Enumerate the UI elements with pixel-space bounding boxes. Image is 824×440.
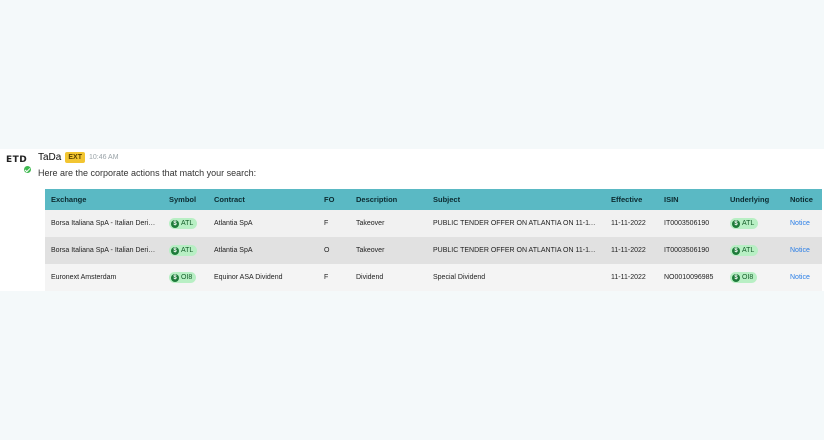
notice-link[interactable]: Notice — [790, 274, 810, 281]
notice-link[interactable]: Notice — [790, 220, 810, 227]
notice-cell: Notice — [784, 264, 822, 291]
description-cell: Takeover — [350, 210, 427, 237]
fo-cell: F — [318, 210, 350, 237]
message-timestamp[interactable]: 10:46 AM — [89, 154, 119, 161]
column-header-underlying: Underlying — [724, 189, 784, 210]
subject-cell: PUBLIC TENDER OFFER ON ATLANTIA ON 11-11… — [427, 237, 605, 264]
notice-cell: Notice — [784, 237, 822, 264]
column-header-subject: Subject — [427, 189, 605, 210]
column-header-description: Description — [350, 189, 427, 210]
dollar-icon: $ — [171, 219, 179, 228]
dollar-icon: $ — [171, 273, 179, 282]
symbol-pill[interactable]: $ ATL — [169, 218, 198, 229]
corporate-actions-table: Exchange Symbol Contract FO Description … — [45, 189, 822, 291]
avatar[interactable]: ETD — [6, 154, 32, 176]
description-cell: Takeover — [350, 237, 427, 264]
external-badge: EXT — [65, 151, 85, 163]
underlying-cell: $ ATL — [724, 210, 784, 237]
table-row: Borsa Italiana SpA - Italian Derivatives… — [45, 210, 822, 237]
symbol-label: ATL — [181, 220, 194, 227]
isin-cell: IT0003506190 — [658, 210, 724, 237]
contract-cell: Atlantia SpA — [208, 210, 318, 237]
sender-name[interactable]: TaDa — [38, 152, 61, 163]
table-row: Euronext Amsterdam $ OI8 Equinor ASA Divi… — [45, 264, 822, 291]
dollar-icon: $ — [732, 273, 740, 282]
symbol-label: ATL — [181, 247, 194, 254]
fo-cell: F — [318, 264, 350, 291]
symbol-cell: $ OI8 — [163, 264, 208, 291]
symbol-cell: $ ATL — [163, 210, 208, 237]
underlying-cell: $ OI8 — [724, 264, 784, 291]
column-header-notice: Notice — [784, 189, 822, 210]
column-header-effective: Effective — [605, 189, 658, 210]
check-icon — [23, 165, 32, 174]
symbol-pill[interactable]: $ ATL — [169, 245, 198, 256]
column-header-isin: ISIN — [658, 189, 724, 210]
message-header: TaDa EXT 10:46 AM — [38, 150, 119, 164]
chat-message: ETD TaDa EXT 10:46 AM Here are the corpo… — [0, 149, 824, 291]
symbol-pill[interactable]: $ OI8 — [169, 272, 197, 283]
subject-cell: Special Dividend — [427, 264, 605, 291]
column-header-contract: Contract — [208, 189, 318, 210]
table-row: Borsa Italiana SpA - Italian Derivatives… — [45, 237, 822, 264]
notice-link[interactable]: Notice — [790, 247, 810, 254]
underlying-cell: $ ATL — [724, 237, 784, 264]
dollar-icon: $ — [732, 246, 740, 255]
column-header-symbol: Symbol — [163, 189, 208, 210]
effective-cell: 11-11-2022 — [605, 264, 658, 291]
exchange-cell: Borsa Italiana SpA - Italian Derivatives… — [45, 237, 163, 264]
underlying-pill[interactable]: $ ATL — [730, 218, 759, 229]
effective-cell: 11-11-2022 — [605, 210, 658, 237]
fo-cell: O — [318, 237, 350, 264]
isin-cell: NO0010096985 — [658, 264, 724, 291]
table-header-row: Exchange Symbol Contract FO Description … — [45, 189, 822, 210]
isin-cell: IT0003506190 — [658, 237, 724, 264]
dollar-icon: $ — [732, 219, 740, 228]
message-text: Here are the corporate actions that matc… — [38, 168, 257, 178]
underlying-label: OI8 — [742, 274, 754, 281]
avatar-logo: ETD — [6, 155, 28, 165]
exchange-cell: Euronext Amsterdam — [45, 264, 163, 291]
contract-cell: Equinor ASA Dividend — [208, 264, 318, 291]
column-header-fo: FO — [318, 189, 350, 210]
effective-cell: 11-11-2022 — [605, 237, 658, 264]
dollar-icon: $ — [171, 246, 179, 255]
symbol-cell: $ ATL — [163, 237, 208, 264]
notice-cell: Notice — [784, 210, 822, 237]
underlying-pill[interactable]: $ ATL — [730, 245, 759, 256]
contract-cell: Atlantia SpA — [208, 237, 318, 264]
column-header-exchange: Exchange — [45, 189, 163, 210]
symbol-label: OI8 — [181, 274, 193, 281]
subject-cell: PUBLIC TENDER OFFER ON ATLANTIA ON 11-11… — [427, 210, 605, 237]
underlying-label: ATL — [742, 220, 755, 227]
underlying-pill[interactable]: $ OI8 — [730, 272, 758, 283]
description-cell: Dividend — [350, 264, 427, 291]
exchange-cell: Borsa Italiana SpA - Italian Derivatives… — [45, 210, 163, 237]
underlying-label: ATL — [742, 247, 755, 254]
